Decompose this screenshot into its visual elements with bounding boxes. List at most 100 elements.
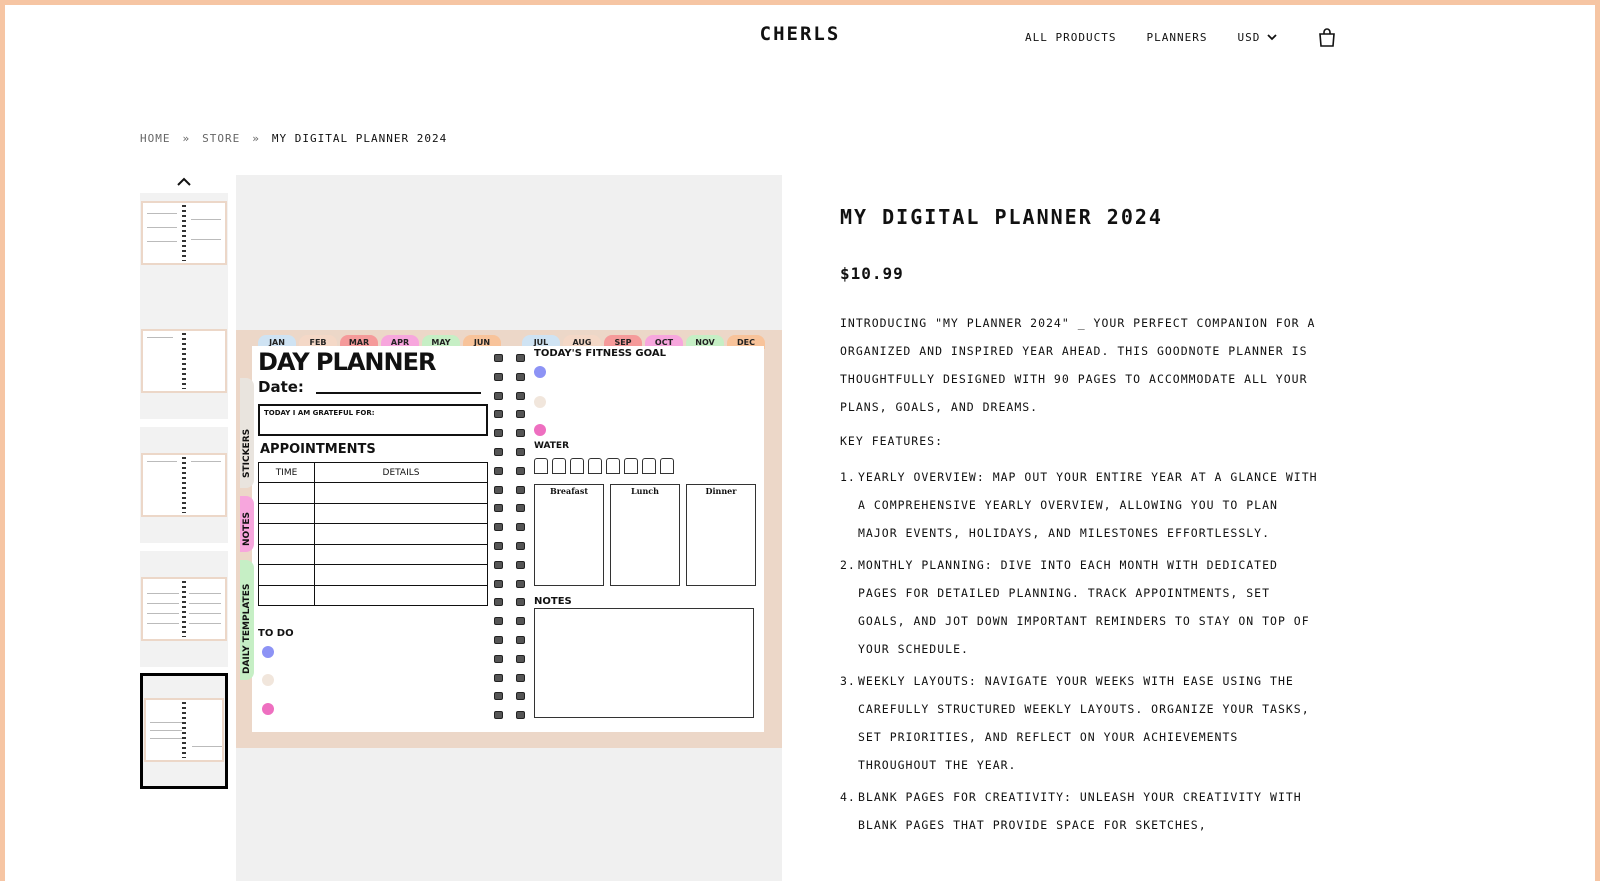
details-header: DETAILS bbox=[314, 462, 488, 483]
todo-dot bbox=[262, 703, 274, 715]
product-price: $10.99 bbox=[840, 264, 904, 283]
planner-date-label: Date: bbox=[258, 378, 304, 396]
todo-dot bbox=[262, 646, 274, 658]
spiral-ring bbox=[494, 579, 525, 590]
spiral-ring bbox=[494, 354, 525, 364]
spiral-ring bbox=[494, 598, 525, 608]
breadcrumb-separator: » bbox=[252, 132, 260, 145]
thumbnail-4[interactable] bbox=[140, 551, 228, 667]
feature-list: 1. YEARLY OVERVIEW: MAP OUT YOUR ENTIRE Y… bbox=[840, 463, 1320, 839]
fitness-dot bbox=[534, 424, 546, 436]
appointments-heading: APPOINTMENTS bbox=[260, 442, 376, 457]
breadcrumb-store[interactable]: STORE bbox=[202, 132, 240, 145]
currency-label: USD bbox=[1237, 30, 1261, 44]
planner-page: STICKERS NOTES DAILY TEMPLATES DAY PLANN… bbox=[240, 346, 764, 732]
date-line bbox=[316, 392, 481, 394]
notes-heading: NOTES bbox=[534, 596, 572, 607]
thumbnail-page bbox=[141, 329, 227, 393]
spiral-ring bbox=[494, 410, 525, 420]
product-description: INTRODUCING "MY PLANNER 2024" _ YOUR PER… bbox=[840, 316, 1316, 414]
thumbnail-page bbox=[144, 698, 224, 762]
thumbnail-page bbox=[141, 201, 227, 265]
spiral-ring bbox=[494, 391, 525, 402]
todo-heading: TO DO bbox=[258, 628, 294, 639]
water-cup bbox=[606, 458, 620, 474]
currency-selector[interactable]: USD bbox=[1237, 31, 1278, 44]
breadcrumb-current: MY DIGITAL PLANNER 2024 bbox=[271, 132, 448, 145]
spiral-binding bbox=[494, 354, 525, 728]
spiral-ring bbox=[494, 673, 525, 684]
chevron-down-icon bbox=[1267, 34, 1277, 41]
list-item: 3. WEEKLY LAYOUTS: NAVIGATE YOUR WEEKS WI… bbox=[840, 674, 1310, 772]
water-cup bbox=[570, 458, 584, 474]
product-main-image[interactable]: JAN FEB MAR APR MAY JUN JUL AUG SEP OCT … bbox=[236, 175, 782, 881]
shopping-bag-icon[interactable] bbox=[1318, 27, 1336, 47]
thumbnail-5[interactable] bbox=[140, 673, 228, 789]
table-row bbox=[258, 502, 488, 524]
todo-dot bbox=[262, 674, 274, 686]
spiral-ring bbox=[494, 466, 525, 477]
breadcrumb-home[interactable]: HOME bbox=[140, 132, 171, 145]
page-frame: CHERLS ALL PRODUCTS PLANNERS USD HOME » … bbox=[5, 5, 1595, 881]
nav-planners[interactable]: PLANNERS bbox=[1146, 31, 1207, 44]
water-tracker bbox=[534, 458, 678, 474]
spiral-ring bbox=[494, 504, 525, 514]
spiral-ring bbox=[494, 636, 525, 646]
appointments-table: TIME DETAILS bbox=[258, 462, 488, 606]
meal-box-breakfast: Breafast bbox=[534, 484, 604, 586]
side-tab-notes: NOTES bbox=[240, 496, 254, 552]
planner-preview: JAN FEB MAR APR MAY JUN JUL AUG SEP OCT … bbox=[236, 330, 782, 748]
water-cup bbox=[624, 458, 638, 474]
table-row bbox=[258, 584, 488, 606]
product-info: MY DIGITAL PLANNER 2024 $10.99 INTRODUCI… bbox=[840, 205, 1320, 843]
key-features-heading: KEY FEATURES: bbox=[840, 434, 944, 448]
thumbnail-page bbox=[141, 453, 227, 517]
meal-box-lunch: Lunch bbox=[610, 484, 680, 586]
fitness-dot bbox=[534, 366, 546, 378]
table-row bbox=[258, 523, 488, 545]
fitness-dot bbox=[534, 396, 546, 408]
spiral-ring bbox=[494, 523, 525, 533]
thumbnail-3[interactable] bbox=[140, 427, 228, 543]
breadcrumb-separator: » bbox=[182, 132, 191, 145]
list-item: 1. YEARLY OVERVIEW: MAP OUT YOUR ENTIRE Y… bbox=[840, 470, 1318, 540]
planner-title: DAY PLANNER bbox=[258, 348, 436, 376]
product-title: MY DIGITAL PLANNER 2024 bbox=[840, 205, 1163, 229]
list-item: 4. BLANK PAGES FOR CREATIVITY: UNLEASH YO… bbox=[840, 790, 1302, 832]
table-row bbox=[258, 482, 488, 504]
water-cup bbox=[588, 458, 602, 474]
grateful-box: TODAY I AM GRATEFUL FOR: bbox=[258, 404, 488, 436]
water-cup bbox=[642, 458, 656, 474]
spiral-ring bbox=[494, 654, 525, 665]
fitness-goal-heading: TODAY'S FITNESS GOAL bbox=[534, 348, 666, 359]
spiral-ring bbox=[494, 372, 525, 383]
spiral-ring bbox=[494, 692, 525, 702]
chevron-up-icon[interactable] bbox=[175, 175, 193, 189]
meal-box-dinner: Dinner bbox=[686, 484, 756, 586]
water-cup bbox=[660, 458, 674, 474]
store-logo[interactable]: CHERLS bbox=[5, 23, 1595, 45]
list-item: 2. MONTHLY PLANNING: DIVE INTO EACH MONTH… bbox=[840, 558, 1310, 656]
time-header: TIME bbox=[258, 462, 315, 483]
spiral-ring bbox=[494, 560, 525, 571]
side-tab-daily-templates: DAILY TEMPLATES bbox=[240, 560, 254, 680]
planner-right-page: TODAY'S FITNESS GOAL WATER Breafast Lunc… bbox=[532, 346, 764, 732]
spiral-ring bbox=[494, 429, 525, 439]
water-cup bbox=[552, 458, 566, 474]
thumbnail-1[interactable] bbox=[140, 193, 228, 309]
planner-left-page: STICKERS NOTES DAILY TEMPLATES DAY PLANN… bbox=[240, 346, 494, 732]
spiral-ring bbox=[494, 617, 525, 627]
grateful-label: TODAY I AM GRATEFUL FOR: bbox=[264, 409, 375, 417]
nav-all-products[interactable]: ALL PRODUCTS bbox=[1025, 31, 1116, 44]
water-heading: WATER bbox=[534, 441, 570, 451]
thumbnail-page bbox=[141, 577, 227, 641]
side-tab-stickers: STICKERS bbox=[240, 378, 254, 488]
spiral-ring bbox=[494, 542, 525, 552]
water-cup bbox=[534, 458, 548, 474]
spiral-ring bbox=[494, 448, 525, 458]
main-nav: ALL PRODUCTS PLANNERS USD bbox=[1025, 27, 1336, 47]
thumbnail-2[interactable] bbox=[140, 303, 228, 419]
breadcrumb: HOME » STORE » MY DIGITAL PLANNER 2024 bbox=[140, 132, 447, 145]
spiral-ring bbox=[494, 485, 525, 496]
spiral-ring bbox=[494, 711, 525, 721]
